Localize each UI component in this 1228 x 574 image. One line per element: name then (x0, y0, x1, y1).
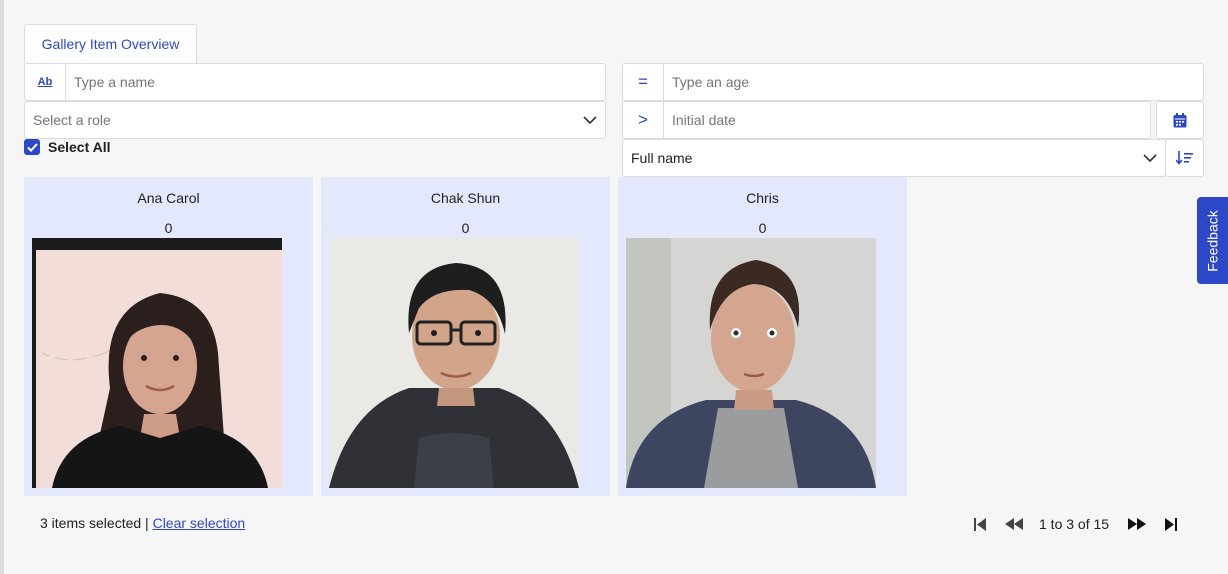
selection-status: 3 items selected | Clear selection (40, 515, 245, 531)
card-name: Chris (746, 190, 779, 206)
first-page-icon (974, 517, 986, 531)
gallery-card[interactable]: Chak Shun 0 (321, 177, 610, 496)
select-all-label: Select All (48, 139, 111, 155)
sort-direction-button[interactable] (1165, 139, 1204, 177)
date-filter: > (622, 101, 1151, 139)
name-input[interactable] (66, 64, 605, 100)
first-page-button[interactable] (972, 514, 988, 534)
role-select-placeholder: Select a role (33, 112, 111, 128)
card-count: 0 (164, 220, 173, 236)
calendar-icon (1173, 112, 1187, 127)
page-range-text: 1 to 3 of 15 (1039, 516, 1110, 532)
person-photo (329, 238, 579, 488)
left-edge-border (0, 0, 4, 574)
previous-page-button[interactable] (1003, 514, 1025, 534)
card-name: Chak Shun (430, 190, 501, 206)
sort-select[interactable]: Full name (622, 139, 1166, 177)
age-input[interactable] (664, 64, 1203, 100)
selected-count-text: 3 items selected | (40, 515, 149, 531)
text-type-icon: Ab (25, 64, 66, 100)
select-all-checkbox[interactable]: Select All (24, 139, 111, 155)
age-filter: = (622, 63, 1204, 101)
name-filter: Ab (24, 63, 606, 101)
rewind-icon (1005, 518, 1023, 530)
gallery-card[interactable]: Chris 0 (618, 177, 907, 496)
next-page-button[interactable] (1126, 514, 1148, 534)
role-select[interactable]: Select a role (24, 101, 606, 139)
person-photo (32, 238, 282, 488)
checkbox-checked-icon (24, 139, 40, 155)
chevron-down-icon (575, 115, 605, 125)
sort-select-value: Full name (631, 150, 693, 166)
fast-forward-icon (1128, 518, 1146, 530)
chevron-down-icon (1135, 153, 1165, 163)
greater-than-icon[interactable]: > (623, 102, 664, 138)
tab-gallery-item-overview[interactable]: Gallery Item Overview (24, 24, 197, 63)
card-count: 0 (461, 220, 470, 236)
calendar-button[interactable] (1156, 101, 1204, 139)
feedback-label: Feedback (1204, 209, 1221, 272)
card-name: Ana Carol (137, 190, 200, 206)
clear-selection-link[interactable]: Clear selection (153, 515, 246, 531)
equals-icon[interactable]: = (623, 64, 664, 100)
person-photo (626, 238, 876, 488)
gallery-card[interactable]: Ana Carol 0 (24, 177, 313, 496)
card-count: 0 (758, 220, 767, 236)
date-input[interactable] (664, 102, 1150, 138)
last-page-button[interactable] (1163, 514, 1179, 534)
feedback-button[interactable]: Feedback (1197, 197, 1228, 284)
last-page-icon (1165, 517, 1177, 531)
tab-label: Gallery Item Overview (41, 36, 180, 52)
sort-descending-icon (1175, 151, 1193, 165)
